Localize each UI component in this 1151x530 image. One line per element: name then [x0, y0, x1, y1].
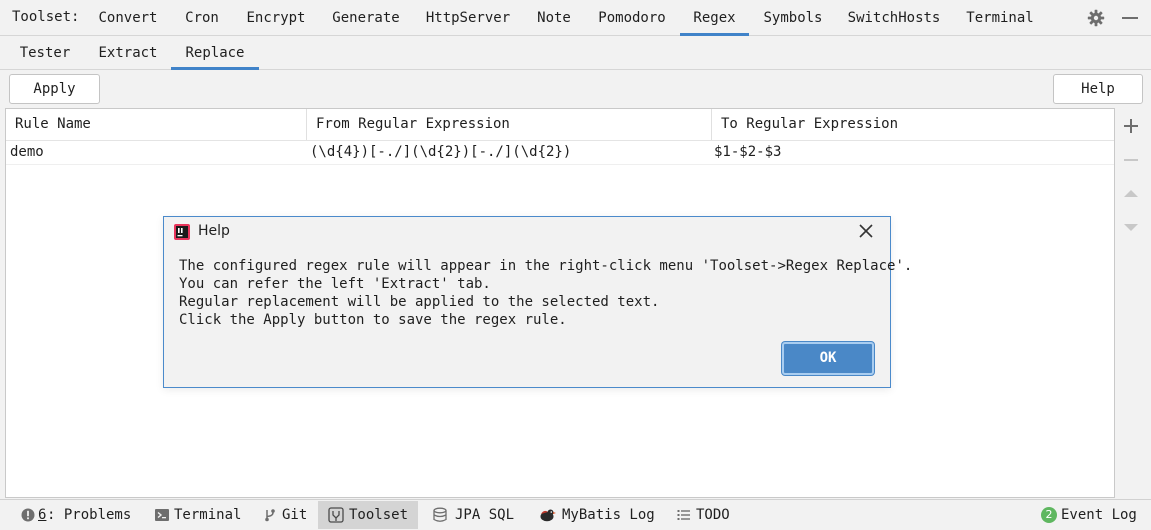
cell-rule-name[interactable]: demo: [10, 141, 44, 164]
git-icon: [265, 509, 275, 522]
dialog-title: Help: [198, 223, 230, 239]
column-header-to-regex[interactable]: To Regular Expression: [711, 109, 1114, 140]
tab-tester[interactable]: Tester: [10, 36, 80, 70]
tab-terminal[interactable]: Terminal: [960, 0, 1040, 36]
ok-button[interactable]: OK: [782, 342, 874, 375]
tab-cron[interactable]: Cron: [177, 0, 227, 36]
tab-symbols[interactable]: Symbols: [757, 0, 829, 36]
help-button[interactable]: Help: [1053, 74, 1143, 104]
help-dialog: Help The configured regex rule will appe…: [163, 216, 912, 388]
problems-label: : Problems: [47, 507, 132, 523]
cell-to-regex[interactable]: $1-$2-$3: [714, 141, 781, 164]
move-up-icon[interactable]: [1122, 185, 1140, 203]
todo-tool-button[interactable]: TODO: [670, 501, 740, 529]
table-side-toolbar: [1115, 108, 1151, 498]
tab-httpserver[interactable]: HttpServer: [419, 0, 517, 36]
tab-encrypt[interactable]: Encrypt: [240, 0, 312, 36]
tab-regex[interactable]: Regex: [680, 0, 749, 36]
close-icon[interactable]: [858, 223, 874, 239]
bottom-tool-window-bar: 6 : Problems Terminal Git Toolset JPA SQ…: [0, 499, 1151, 530]
problems-tool-button[interactable]: 6 : Problems: [14, 501, 134, 529]
tab-pomodoro[interactable]: Pomodoro: [590, 0, 674, 36]
todo-list-icon: [677, 510, 690, 520]
mybatis-bird-icon: [540, 509, 556, 522]
database-icon: [433, 507, 447, 522]
add-icon[interactable]: [1122, 117, 1140, 135]
terminal-icon: [155, 509, 169, 521]
tool-window-tabbar: Toolset: Convert Cron Encrypt Generate H…: [0, 0, 1151, 36]
jpa-sql-tool-button[interactable]: JPA SQL: [426, 501, 518, 529]
tab-switchhosts[interactable]: SwitchHosts: [841, 0, 947, 36]
dialog-message-line: Click the Apply button to save the regex…: [179, 312, 567, 328]
regex-subtabbar: Tester Extract Replace: [0, 36, 1151, 70]
column-header-from-regex[interactable]: From Regular Expression: [306, 109, 711, 140]
move-down-icon[interactable]: [1122, 218, 1140, 236]
todo-label: TODO: [696, 507, 730, 523]
event-log-label: Event Log: [1061, 507, 1137, 523]
dialog-message-line: You can refer the left 'Extract' tab.: [179, 276, 491, 292]
toolset-icon: [328, 507, 344, 523]
tab-convert[interactable]: Convert: [89, 0, 167, 36]
apply-button[interactable]: Apply: [9, 74, 100, 104]
problems-shortcut: 6: [38, 507, 47, 523]
gear-icon[interactable]: [1087, 9, 1105, 27]
table-header: Rule Name From Regular Expression To Reg…: [6, 109, 1114, 141]
event-log-count-badge: 2: [1041, 507, 1057, 523]
table-row[interactable]: demo (\d{4})[-./](\d{2})[-./](\d{2}) $1-…: [6, 141, 1114, 165]
tab-replace[interactable]: Replace: [171, 36, 259, 70]
jpa-sql-label: JPA SQL: [455, 507, 515, 523]
problems-icon: [21, 508, 35, 522]
dialog-message-line: The configured regex rule will appear in…: [179, 258, 913, 274]
dialog-message-line: Regular replacement will be applied to t…: [179, 294, 660, 310]
intellij-app-icon: [174, 224, 190, 240]
toolset-label: Toolset:: [12, 9, 80, 25]
mybatis-log-tool-button[interactable]: MyBatis Log: [530, 501, 660, 529]
remove-icon[interactable]: [1122, 151, 1140, 169]
toolset-label: Toolset: [349, 507, 409, 523]
minimize-icon[interactable]: [1121, 8, 1139, 26]
git-tool-button[interactable]: Git: [256, 501, 312, 529]
cell-from-regex[interactable]: (\d{4})[-./](\d{2})[-./](\d{2}): [310, 141, 571, 164]
toolset-tool-button[interactable]: Toolset: [318, 501, 418, 529]
mybatis-log-label: MyBatis Log: [562, 507, 655, 523]
tab-extract[interactable]: Extract: [90, 36, 166, 70]
event-log-tool-button[interactable]: 2 Event Log: [1036, 501, 1144, 529]
terminal-tool-button[interactable]: Terminal: [148, 501, 246, 529]
column-header-rule-name[interactable]: Rule Name: [6, 109, 306, 140]
terminal-label: Terminal: [174, 507, 242, 523]
tab-generate[interactable]: Generate: [324, 0, 408, 36]
tab-note[interactable]: Note: [528, 0, 580, 36]
git-label: Git: [282, 507, 308, 523]
